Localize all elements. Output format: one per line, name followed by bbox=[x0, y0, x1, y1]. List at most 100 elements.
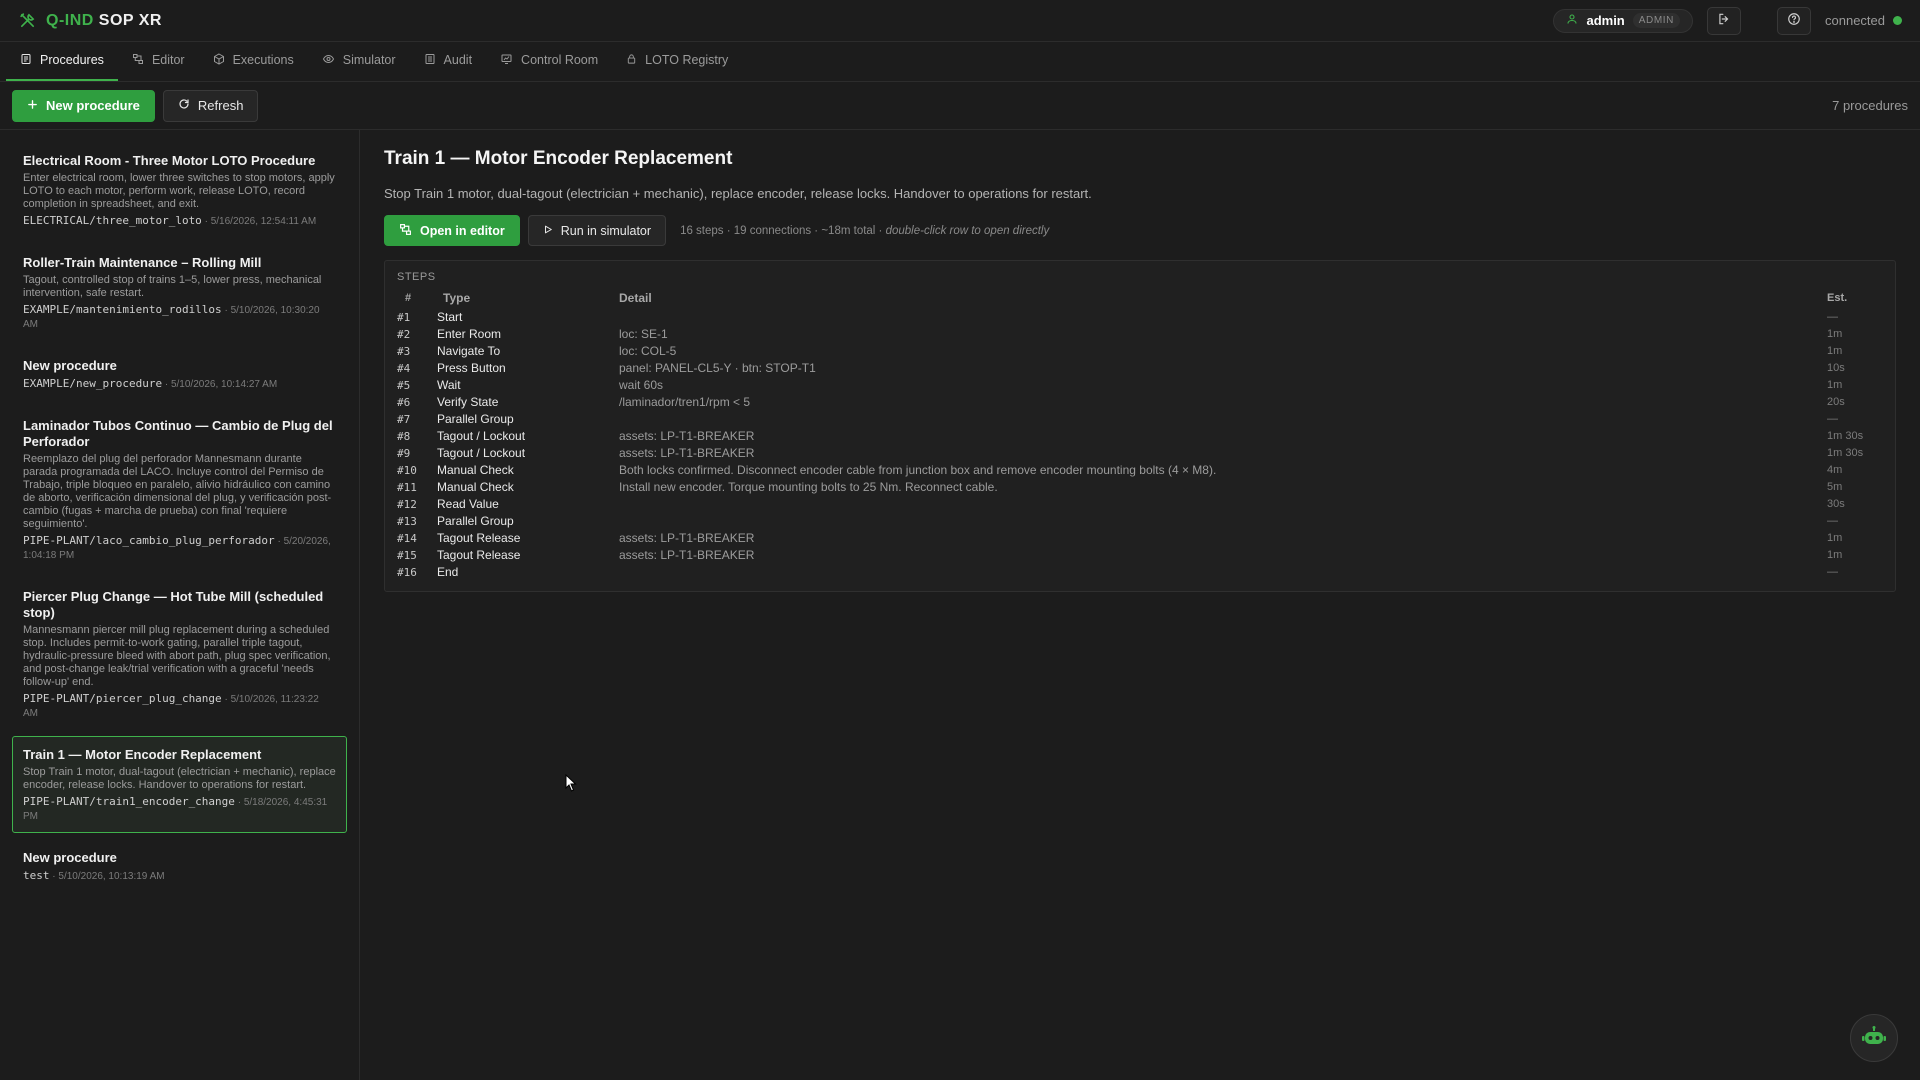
procedure-key: EXAMPLE/new_procedure bbox=[23, 377, 163, 390]
procedure-item[interactable]: Piercer Plug Change — Hot Tube Mill (sch… bbox=[12, 578, 347, 730]
step-row[interactable]: #14 Tagout Release assets: LP-T1-BREAKER 1m bbox=[397, 530, 1883, 547]
procedure-item[interactable]: Laminador Tubos Continuo — Cambio de Plu… bbox=[12, 407, 347, 572]
step-row[interactable]: #11 Manual Check Install new encoder. Torq… bbox=[397, 479, 1883, 496]
tab-simulator[interactable]: Simulator bbox=[308, 41, 410, 81]
refresh-button[interactable]: Refresh bbox=[162, 89, 259, 122]
toolbar-actions: New procedure Refresh bbox=[12, 89, 259, 122]
stats-text: 16 steps · 19 connections · ~18m total · bbox=[680, 224, 883, 237]
step-detail bbox=[619, 564, 1827, 581]
step-row[interactable]: #7 Parallel Group — bbox=[397, 411, 1883, 428]
tab-editor[interactable]: Editor bbox=[118, 41, 199, 81]
procedure-item[interactable]: New procedure EXAMPLE/new_procedure · 5/… bbox=[12, 347, 347, 401]
step-type: Parallel Group bbox=[437, 412, 514, 426]
step-est: — bbox=[1827, 515, 1838, 527]
procedure-item[interactable]: Electrical Room - Three Motor LOTO Proce… bbox=[12, 142, 347, 238]
step-detail: panel: PANEL-CL5-Y · btn: STOP-T1 bbox=[619, 361, 816, 375]
tab-audit[interactable]: Audit bbox=[410, 41, 487, 81]
tab-executions[interactable]: Executions bbox=[199, 41, 308, 81]
step-num: #3 bbox=[397, 345, 411, 358]
brand[interactable]: Q-IND SOP XR bbox=[18, 12, 162, 30]
step-row[interactable]: #12 Read Value 30s bbox=[397, 496, 1883, 513]
step-row[interactable]: #9 Tagout / Lockout assets: LP-T1-BREAKER 1… bbox=[397, 445, 1883, 462]
procedure-date: 5/10/2026, 10:13:19 AM bbox=[58, 871, 165, 882]
procedure-key: PIPE-PLANT/piercer_plug_change bbox=[23, 692, 222, 705]
step-row[interactable]: #3 Navigate To loc: COL-5 1m bbox=[397, 343, 1883, 360]
step-est: 5m bbox=[1827, 481, 1843, 493]
step-est: 1m bbox=[1827, 379, 1843, 391]
robot-icon bbox=[1862, 1025, 1886, 1051]
procedure-meta: EXAMPLE/new_procedure · 5/10/2026, 10:14… bbox=[23, 377, 278, 390]
tab-label: Audit bbox=[443, 53, 473, 67]
step-num: #15 bbox=[397, 549, 417, 562]
step-row[interactable]: #4 Press Button panel: PANEL-CL5-Y · btn: … bbox=[397, 360, 1883, 377]
tab-label: Executions bbox=[232, 53, 294, 67]
cube-icon bbox=[213, 52, 225, 68]
step-detail: Both locks confirmed. Disconnect encoder… bbox=[619, 463, 1217, 477]
step-num: #14 bbox=[397, 532, 417, 545]
tab-label: Procedures bbox=[40, 53, 104, 67]
monitor-icon bbox=[500, 53, 513, 68]
tab-procedures[interactable]: Procedures bbox=[6, 41, 118, 81]
step-row[interactable]: #15 Tagout Release assets: LP-T1-BREAKER 1m bbox=[397, 547, 1883, 564]
run-in-simulator-label: Run in simulator bbox=[560, 223, 652, 238]
step-row[interactable]: #2 Enter Room loc: SE-1 1m bbox=[397, 326, 1883, 343]
procedure-item[interactable]: New procedure test · 5/10/2026, 10:13:19… bbox=[12, 839, 347, 893]
procedure-meta: EXAMPLE/mantenimiento_rodillos · 5/10/20… bbox=[23, 303, 320, 330]
step-num: #13 bbox=[397, 515, 417, 528]
run-in-simulator-button[interactable]: Run in simulator bbox=[527, 215, 667, 246]
top-bar: Q-IND SOP XR admin ADMIN connected bbox=[0, 0, 1920, 42]
procedure-title: Laminador Tubos Continuo — Cambio de Plu… bbox=[23, 418, 333, 449]
step-type: Parallel Group bbox=[437, 514, 514, 528]
procedure-meta: PIPE-PLANT/train1_encoder_change · 5/18/… bbox=[23, 795, 328, 822]
toolbar: New procedure Refresh 7 procedures bbox=[0, 82, 1920, 130]
step-est: — bbox=[1827, 311, 1838, 323]
step-row[interactable]: #1 Start — bbox=[397, 309, 1883, 326]
step-num: #8 bbox=[397, 430, 411, 443]
user-icon bbox=[1566, 13, 1578, 28]
step-type: Read Value bbox=[437, 497, 499, 511]
refresh-icon bbox=[178, 98, 190, 113]
step-detail: loc: SE-1 bbox=[619, 327, 668, 341]
step-num: #12 bbox=[397, 498, 417, 511]
new-procedure-button[interactable]: New procedure bbox=[12, 89, 155, 122]
tab-label: Editor bbox=[151, 53, 185, 67]
step-num: #11 bbox=[397, 481, 417, 494]
step-num: #9 bbox=[397, 447, 411, 460]
step-row[interactable]: #13 Parallel Group — bbox=[397, 513, 1883, 530]
play-icon bbox=[543, 224, 553, 238]
top-right: admin ADMIN connected bbox=[1553, 6, 1902, 35]
assistant-bot-button[interactable] bbox=[1850, 1014, 1898, 1062]
help-button[interactable] bbox=[1777, 6, 1811, 35]
role-badge: ADMIN bbox=[1632, 13, 1680, 28]
tab-loto-registry[interactable]: LOTO Registry bbox=[612, 41, 742, 81]
logout-button[interactable] bbox=[1707, 6, 1741, 35]
step-est: — bbox=[1827, 566, 1838, 578]
open-in-editor-button[interactable]: Open in editor bbox=[384, 215, 520, 246]
step-row[interactable]: #10 Manual Check Both locks confirmed. Dis… bbox=[397, 462, 1883, 479]
procedure-title: Train 1 — Motor Encoder Replacement bbox=[23, 747, 262, 762]
new-procedure-label: New procedure bbox=[46, 98, 140, 113]
step-detail bbox=[619, 496, 1827, 513]
step-row[interactable]: #16 End — bbox=[397, 564, 1883, 581]
step-est: 1m bbox=[1827, 328, 1843, 340]
procedure-title: New procedure bbox=[23, 358, 117, 373]
step-est: 1m 30s bbox=[1827, 447, 1864, 459]
procedure-list: Electrical Room - Three Motor LOTO Proce… bbox=[0, 130, 360, 1080]
step-est: 1m bbox=[1827, 345, 1843, 357]
page-description: Stop Train 1 motor, dual-tagout (electri… bbox=[384, 186, 1092, 201]
procedure-item-selected[interactable]: Train 1 — Motor Encoder Replacement Stop… bbox=[12, 736, 347, 833]
user-chip[interactable]: admin ADMIN bbox=[1553, 8, 1693, 33]
step-row[interactable]: #5 Wait wait 60s 1m bbox=[397, 377, 1883, 394]
step-row[interactable]: #8 Tagout / Lockout assets: LP-T1-BREAKER 1… bbox=[397, 428, 1883, 445]
step-num: #6 bbox=[397, 396, 411, 409]
step-num: #10 bbox=[397, 464, 417, 477]
step-type: Enter Room bbox=[437, 327, 502, 341]
column-header-num: # bbox=[405, 292, 412, 304]
tab-control-room[interactable]: Control Room bbox=[486, 41, 612, 81]
step-detail bbox=[619, 309, 1827, 326]
user-name: admin bbox=[1586, 13, 1625, 28]
procedure-item[interactable]: Roller-Train Maintenance – Rolling Mill … bbox=[12, 244, 347, 341]
step-row[interactable]: #6 Verify State/laminador/tren1/rpm < 5 20… bbox=[397, 394, 1883, 411]
step-detail bbox=[619, 411, 1827, 428]
step-type: Navigate To bbox=[437, 344, 501, 358]
